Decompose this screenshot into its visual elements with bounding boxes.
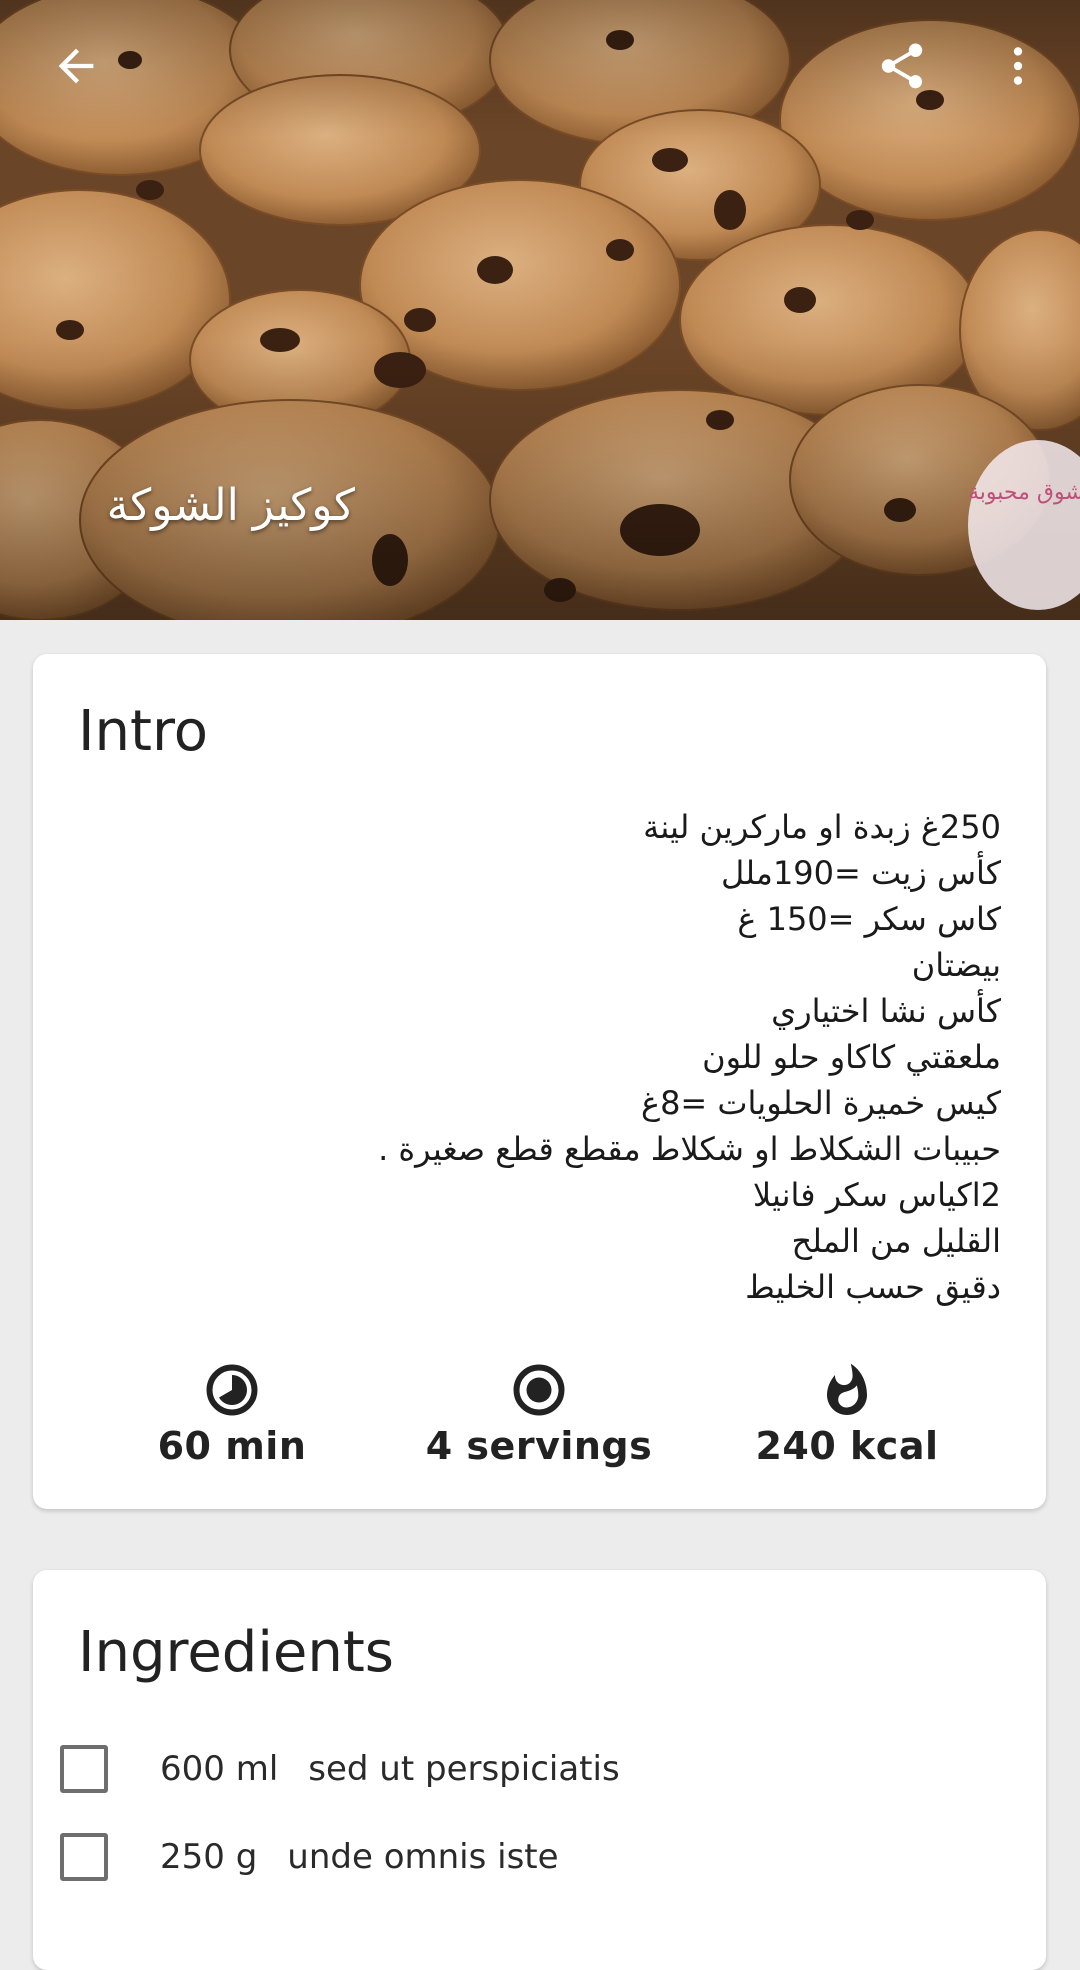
intro-line: القليل من الملح — [791, 1222, 1001, 1260]
time-value: 60 min — [157, 1424, 307, 1468]
flame-icon — [827, 1363, 867, 1415]
stat-servings: 4 servings — [389, 1360, 689, 1468]
intro-line: كأس نشا اختياري — [771, 992, 1001, 1030]
intro-line: ملعقتي كاكاو حلو للون — [702, 1038, 1001, 1076]
servings-icon — [513, 1364, 565, 1416]
ingredient-checkbox[interactable] — [60, 1745, 108, 1793]
intro-card: Intro 250غ زبدة او ماركرين لينة كأس زيت … — [33, 654, 1046, 1509]
ingredient-quantity: 600 ml — [160, 1749, 279, 1789]
share-icon — [881, 43, 923, 89]
recipe-stats: 60 min 4 servings 240 kcal — [33, 1360, 1046, 1480]
stat-calories: 240 kcal — [697, 1360, 997, 1468]
intro-text: 250غ زبدة او ماركرين لينة كأس زيت =190مل… — [101, 804, 1001, 1310]
ingredients-heading: Ingredients — [78, 1620, 394, 1685]
intro-line: 250غ زبدة او ماركرين لينة — [643, 808, 1001, 846]
more-options-button[interactable] — [982, 30, 1054, 102]
back-button[interactable] — [40, 30, 112, 102]
stat-time: 60 min — [82, 1360, 382, 1468]
intro-line: كيس خميرة الحلويات =8غ — [640, 1084, 1001, 1122]
ingredient-checkbox[interactable] — [60, 1833, 108, 1881]
ingredient-row[interactable]: 250 g unde omnis iste — [60, 1822, 960, 1892]
servings-value: 4 servings — [425, 1424, 653, 1468]
timer-icon — [206, 1364, 258, 1416]
watermark-text: شوق محبوبة — [968, 480, 1080, 505]
share-button[interactable] — [866, 30, 938, 102]
calories-value: 240 kcal — [755, 1424, 939, 1468]
arrow-back-icon — [58, 48, 94, 84]
ingredient-name: sed ut perspiciatis — [308, 1749, 620, 1789]
ingredient-name: unde omnis iste — [287, 1837, 559, 1877]
recipe-title: كوكيز الشوكة — [106, 480, 355, 531]
ingredient-quantity: 250 g — [160, 1837, 258, 1877]
intro-line: كاس سكر =150 غ — [737, 900, 1001, 938]
recipe-hero-image: شوق محبوبة كوكيز الشوكة — [0, 0, 1080, 620]
intro-line: حبيبات الشكلاط او شكلاط مقطع قطع صغيرة . — [378, 1130, 1001, 1168]
ingredient-row[interactable]: 600 ml sed ut perspiciatis — [60, 1734, 960, 1804]
intro-heading: Intro — [78, 699, 209, 764]
intro-line: دقيق حسب الخليط — [745, 1268, 1001, 1306]
more-vert-icon — [1013, 47, 1023, 85]
intro-line: 2اكياس سكر فانيلا — [752, 1176, 1001, 1214]
intro-line: كأس زيت =190ملل — [720, 854, 1001, 892]
intro-line: بيضتان — [911, 946, 1001, 984]
